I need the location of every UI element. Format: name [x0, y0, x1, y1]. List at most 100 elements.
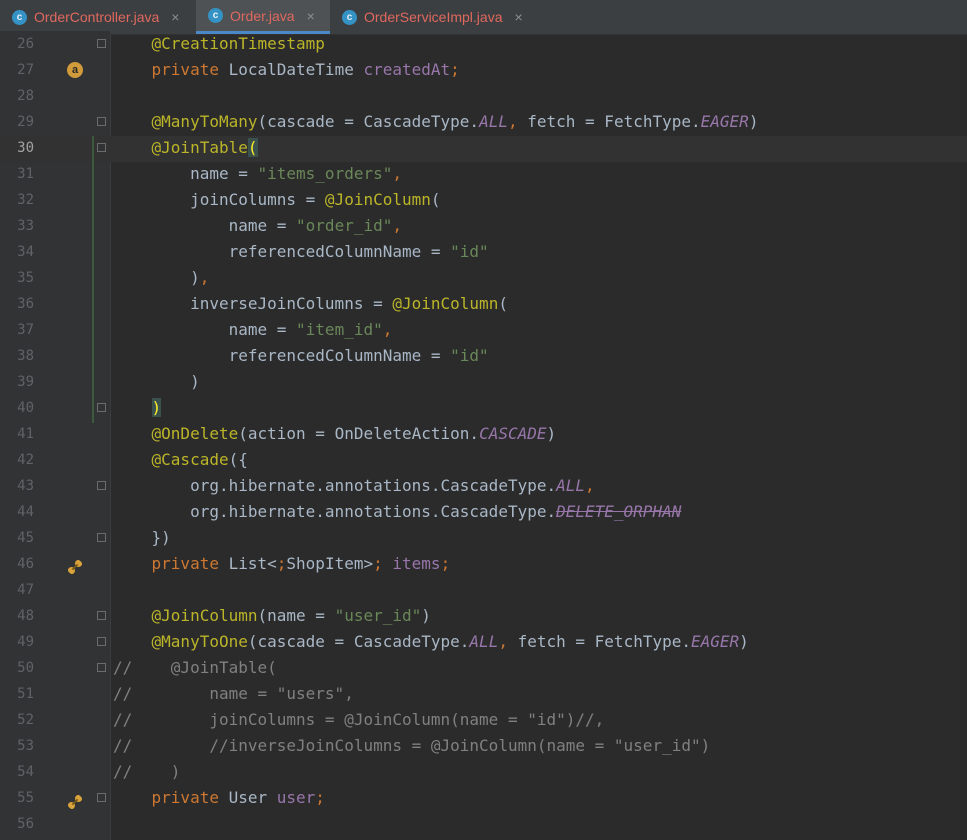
- code-text[interactable]: @JoinTable(: [113, 135, 258, 161]
- line-number: 31: [17, 166, 34, 182]
- close-icon[interactable]: ×: [307, 8, 315, 24]
- code-line[interactable]: 50 // @JoinTable(: [0, 655, 967, 681]
- fold-marker[interactable]: [97, 533, 106, 542]
- code-text[interactable]: @OnDelete(action = OnDeleteAction.CASCAD…: [113, 421, 557, 447]
- line-number: 36: [17, 296, 34, 312]
- line-number: 40: [17, 400, 34, 416]
- code-line[interactable]: 40 ): [0, 395, 967, 421]
- code-text[interactable]: @JoinColumn(name = "user_id"): [113, 603, 431, 629]
- tab-order-service-impl[interactable]: c OrderServiceImpl.java ×: [330, 0, 540, 34]
- fold-marker[interactable]: [97, 663, 106, 672]
- code-line[interactable]: 49 @ManyToOne(cascade = CascadeType.ALL,…: [0, 629, 967, 655]
- tab-label: Order.java: [230, 7, 295, 24]
- line-number: 28: [17, 88, 34, 104]
- code-text[interactable]: // joinColumns = @JoinColumn(name = "id"…: [113, 707, 604, 733]
- auto-generated-annotation-icon[interactable]: a: [67, 62, 83, 78]
- tab-order[interactable]: c Order.java ×: [196, 0, 330, 34]
- code-text[interactable]: }): [113, 525, 171, 551]
- line-number: 47: [17, 582, 34, 598]
- code-line[interactable]: 53 // //inverseJoinColumns = @JoinColumn(…: [0, 733, 967, 759]
- code-line[interactable]: 38 referencedColumnName = "id": [0, 343, 967, 369]
- line-number: 41: [17, 426, 34, 442]
- code-text[interactable]: org.hibernate.annotations.CascadeType.AL…: [113, 473, 595, 499]
- code-text[interactable]: private User user;: [113, 785, 325, 811]
- code-text[interactable]: org.hibernate.annotations.CascadeType.DE…: [113, 499, 681, 525]
- line-number: 45: [17, 530, 34, 546]
- code-line[interactable]: 29 @ManyToMany(cascade = CascadeType.ALL…: [0, 109, 967, 135]
- code-line[interactable]: 51 // name = "users",: [0, 681, 967, 707]
- code-line[interactable]: 47: [0, 577, 967, 603]
- code-line[interactable]: 44 org.hibernate.annotations.CascadeType…: [0, 499, 967, 525]
- code-line[interactable]: 56: [0, 811, 967, 837]
- code-text[interactable]: private List<;ShopItem>; items;: [113, 551, 451, 577]
- code-line[interactable]: 46 private List<;ShopItem>; items;: [0, 551, 967, 577]
- code-line[interactable]: 28: [0, 83, 967, 109]
- fold-marker[interactable]: [97, 637, 106, 646]
- code-text[interactable]: private LocalDateTime createdAt;: [113, 57, 460, 83]
- line-number: 50: [17, 660, 34, 676]
- code-line[interactable]: 33 name = "order_id",: [0, 213, 967, 239]
- line-number: 52: [17, 712, 34, 728]
- line-number: 34: [17, 244, 34, 260]
- line-number: 48: [17, 608, 34, 624]
- line-number: 35: [17, 270, 34, 286]
- code-text[interactable]: name = "order_id",: [113, 213, 402, 239]
- code-line[interactable]: 26 @CreationTimestamp: [0, 31, 967, 57]
- code-editor[interactable]: 26 @CreationTimestamp 27 private LocalDat…: [0, 31, 967, 840]
- code-text[interactable]: name = "item_id",: [113, 317, 393, 343]
- code-line[interactable]: 39 ): [0, 369, 967, 395]
- code-line[interactable]: 36 inverseJoinColumns = @JoinColumn(: [0, 291, 967, 317]
- code-line[interactable]: 45 }): [0, 525, 967, 551]
- relationship-link-icon[interactable]: [67, 559, 83, 575]
- code-line[interactable]: 48 @JoinColumn(name = "user_id"): [0, 603, 967, 629]
- code-text[interactable]: name = "items_orders",: [113, 161, 402, 187]
- code-text[interactable]: @ManyToOne(cascade = CascadeType.ALL, fe…: [113, 629, 749, 655]
- code-line[interactable]: 42 @Cascade({: [0, 447, 967, 473]
- line-number: 46: [17, 556, 34, 572]
- code-text[interactable]: // ): [113, 759, 180, 785]
- fold-marker[interactable]: [97, 481, 106, 490]
- relationship-link-icon[interactable]: [67, 794, 83, 810]
- code-text[interactable]: // //inverseJoinColumns = @JoinColumn(na…: [113, 733, 710, 759]
- code-line[interactable]: 54 // ): [0, 759, 967, 785]
- code-text[interactable]: // name = "users",: [113, 681, 354, 707]
- close-icon[interactable]: ×: [515, 9, 523, 25]
- code-line[interactable]: 55 private User user;: [0, 785, 967, 811]
- code-line[interactable]: 34 referencedColumnName = "id": [0, 239, 967, 265]
- fold-marker[interactable]: [97, 39, 106, 48]
- code-text[interactable]: @CreationTimestamp: [113, 31, 325, 57]
- close-icon[interactable]: ×: [171, 9, 179, 25]
- line-number: 56: [17, 816, 34, 832]
- line-number: 32: [17, 192, 34, 208]
- code-text[interactable]: ): [113, 369, 200, 395]
- line-number: 39: [17, 374, 34, 390]
- code-line[interactable]: 52 // joinColumns = @JoinColumn(name = "i…: [0, 707, 967, 733]
- code-text[interactable]: @ManyToMany(cascade = CascadeType.ALL, f…: [113, 109, 759, 135]
- code-text[interactable]: referencedColumnName = "id": [113, 239, 489, 265]
- code-text[interactable]: @Cascade({: [113, 447, 248, 473]
- fold-marker[interactable]: [97, 793, 106, 802]
- code-text[interactable]: inverseJoinColumns = @JoinColumn(: [113, 291, 508, 317]
- tab-order-controller[interactable]: c OrderController.java ×: [0, 0, 196, 34]
- code-text[interactable]: referencedColumnName = "id": [113, 343, 489, 369]
- line-number: 51: [17, 686, 34, 702]
- java-class-icon: c: [12, 9, 27, 25]
- fold-marker[interactable]: [97, 143, 106, 152]
- code-line[interactable]: 30 @JoinTable(: [0, 135, 967, 161]
- code-line[interactable]: 32 joinColumns = @JoinColumn(: [0, 187, 967, 213]
- fold-marker[interactable]: [97, 117, 106, 126]
- fold-marker[interactable]: [97, 611, 106, 620]
- code-text[interactable]: ),: [113, 265, 209, 291]
- code-text[interactable]: ): [113, 395, 162, 421]
- editor-tab-bar: c OrderController.java × c Order.java × …: [0, 0, 967, 35]
- code-line[interactable]: 37 name = "item_id",: [0, 317, 967, 343]
- line-number: 33: [17, 218, 34, 234]
- code-line[interactable]: 31 name = "items_orders",: [0, 161, 967, 187]
- code-line[interactable]: 35 ),: [0, 265, 967, 291]
- code-text[interactable]: // @JoinTable(: [113, 655, 277, 681]
- code-line[interactable]: 41 @OnDelete(action = OnDeleteAction.CAS…: [0, 421, 967, 447]
- code-text[interactable]: joinColumns = @JoinColumn(: [113, 187, 440, 213]
- code-line[interactable]: 43 org.hibernate.annotations.CascadeType…: [0, 473, 967, 499]
- fold-marker[interactable]: [97, 403, 106, 412]
- code-line[interactable]: 27 private LocalDateTime createdAt;: [0, 57, 967, 83]
